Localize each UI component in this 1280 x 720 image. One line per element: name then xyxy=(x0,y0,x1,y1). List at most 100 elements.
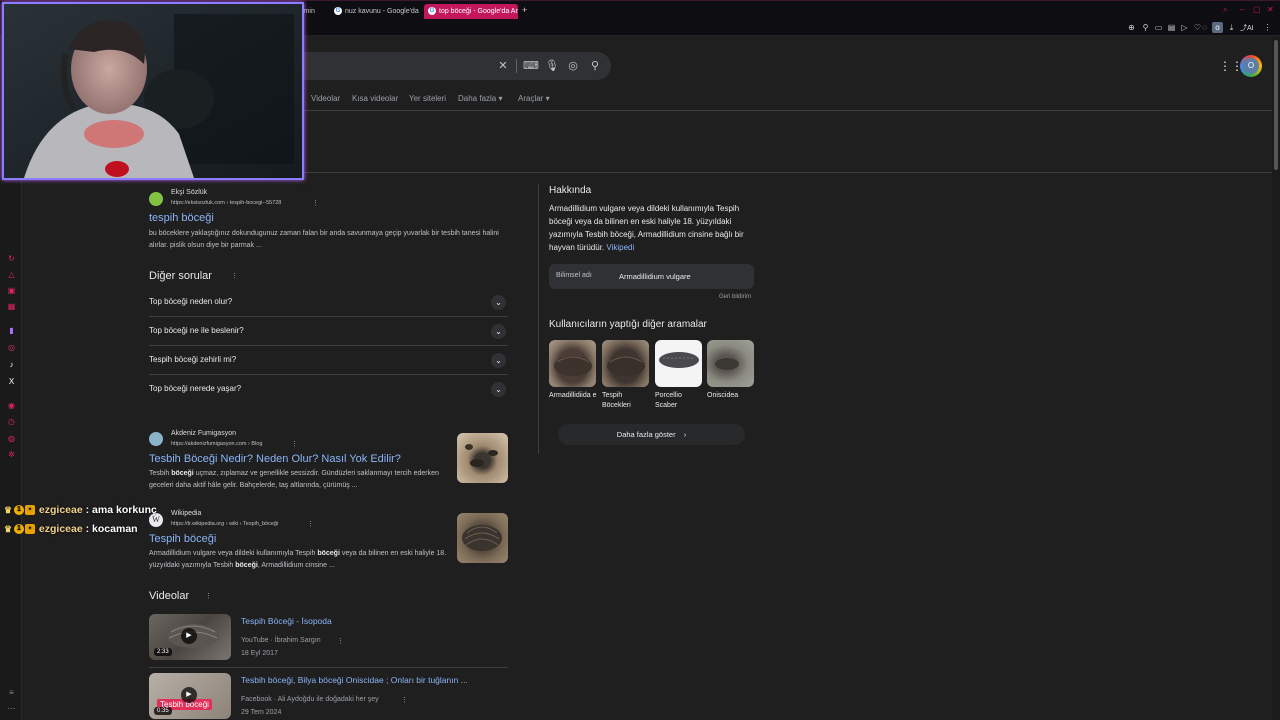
result-url[interactable]: https://tr.wikipedia.org › wiki › Tespih… xyxy=(171,521,278,527)
video-title[interactable]: Tesbih böceği, Bilya böceği Oniscidae ; … xyxy=(241,675,468,685)
refresh-icon[interactable]: ↻ xyxy=(7,254,16,263)
tab-nuz-kavunu[interactable]: G nuz kavunu - Google'da xyxy=(330,4,422,19)
grid-icon[interactable]: ▦ xyxy=(7,302,16,311)
scrollbar-thumb[interactable] xyxy=(1274,40,1278,170)
bookmark-icon[interactable]: ▭ xyxy=(1153,22,1164,33)
x-icon[interactable]: X xyxy=(7,377,16,386)
calendar-icon[interactable]: ▣ xyxy=(7,286,16,295)
gift-badge-icon: ▪ xyxy=(25,505,35,516)
clear-icon[interactable]: ✕ xyxy=(497,60,509,72)
more-icon[interactable]: ⋮ xyxy=(291,440,298,448)
result-url[interactable]: https://akdenizfumigasyon.com › Blog xyxy=(171,441,262,447)
maximize-icon[interactable]: ▢ xyxy=(1253,5,1261,14)
tab-daha-fazla[interactable]: Daha fazla ▾ xyxy=(458,94,503,103)
extension-icon[interactable]: o xyxy=(1212,22,1223,33)
divider xyxy=(149,667,508,668)
related-caption[interactable]: Armadillidiida e xyxy=(549,391,597,401)
result-title[interactable]: Tespih böceği xyxy=(149,533,216,545)
more-icon[interactable]: ⋮ xyxy=(312,199,319,207)
minimize-icon[interactable]: – xyxy=(1240,5,1244,14)
tiktok-icon[interactable]: ♪ xyxy=(7,360,16,369)
lens-icon[interactable]: ◎ xyxy=(567,60,579,72)
related-caption[interactable]: Porcellio Scaber xyxy=(655,391,703,411)
paa-question[interactable]: Top böceği neden olur? ⌄ xyxy=(149,288,508,317)
instagram-icon[interactable]: ◎ xyxy=(7,343,16,352)
more-icon[interactable]: ⋮ xyxy=(337,637,344,645)
twitch-icon[interactable]: ▮ xyxy=(7,326,16,335)
video-duration: 2:33 xyxy=(154,648,172,656)
video-date: 29 Tem 2024 xyxy=(241,709,282,716)
result-thumbnail[interactable] xyxy=(457,433,508,483)
related-image[interactable] xyxy=(549,340,596,387)
video-thumbnail[interactable]: Tesbih böceği ▶ 0:35 xyxy=(149,673,231,719)
more-icon[interactable]: ⋮ xyxy=(205,592,212,600)
related-image[interactable] xyxy=(655,340,702,387)
related-image[interactable] xyxy=(602,340,649,387)
result-thumbnail[interactable] xyxy=(457,513,508,563)
snippet-bold: böceği xyxy=(171,470,194,477)
caret-icon: ▾ xyxy=(545,94,550,103)
related-image[interactable] xyxy=(707,340,754,387)
paa-question[interactable]: Top böceği nerede yaşar? ⌄ xyxy=(149,375,508,404)
message-icon[interactable]: ◌ xyxy=(1199,22,1210,33)
download-icon[interactable]: ⤓ xyxy=(1226,22,1237,33)
microphone-icon[interactable]: 🎙 xyxy=(545,60,559,72)
result-snippet: Armadillidium vulgare veya dildeki kulla… xyxy=(149,548,449,572)
close-window-icon[interactable]: ✕ xyxy=(1267,5,1274,14)
play-icon: ▶ xyxy=(181,628,197,644)
snippet-bold: böceği xyxy=(235,562,258,569)
settings-icon[interactable]: ✲ xyxy=(7,450,16,459)
related-caption[interactable]: Tespih Böcekleri xyxy=(602,391,650,411)
related-caption[interactable]: Oniscidea xyxy=(707,391,755,401)
chat-separator: : xyxy=(85,504,90,516)
video-platform: Facebook xyxy=(241,696,272,703)
more-icon[interactable]: ⋮ xyxy=(307,520,314,528)
kp-source-link[interactable]: Vikipedi xyxy=(606,243,634,252)
pillbug-image xyxy=(607,356,645,376)
paa-question[interactable]: Top böceği ne ile beslenir? ⌄ xyxy=(149,317,508,346)
result-url[interactable]: https://eksisozluk.com › tespih-bocegi--… xyxy=(171,200,281,206)
result-source: Ekşi Sözlük xyxy=(171,189,208,196)
keyboard-icon[interactable]: ⌨ xyxy=(523,60,539,72)
paa-question[interactable]: Tespih böceği zehirli mi? ⌄ xyxy=(149,346,508,375)
bottom-icon-1[interactable]: ≡ xyxy=(7,688,16,697)
video-title[interactable]: Tespih Böceği - İsopoda xyxy=(241,616,332,626)
play-icon[interactable]: ▷ xyxy=(1179,22,1190,33)
alert-icon[interactable]: △ xyxy=(7,270,16,279)
kp-sci-value: Armadillidium vulgare xyxy=(619,272,691,281)
tab-videolar[interactable]: Videolar xyxy=(311,94,340,103)
more-icon[interactable]: ⋮ xyxy=(401,696,408,704)
target-icon[interactable]: ◉ xyxy=(7,401,16,410)
video-platform: YouTube xyxy=(241,637,269,644)
tab-kisa-videolar[interactable]: Kısa videolar xyxy=(352,94,398,103)
result-snippet: Tesbih böceği uçmaz, zıplamaz ve genelli… xyxy=(149,468,449,492)
chevron-down-icon: ⌄ xyxy=(491,324,506,339)
show-more-button[interactable]: Daha fazla göster › xyxy=(558,424,745,445)
menu-icon[interactable]: ⋮ xyxy=(1262,22,1273,33)
search-box[interactable]: ✕ ⌨ 🎙 ◎ ⚲ xyxy=(290,52,611,80)
feedback-link[interactable]: Geri bildirim xyxy=(719,294,751,300)
tab-top-bocegi[interactable]: G top böceği - Google'da Ar xyxy=(424,4,518,19)
tab-label: Daha fazla xyxy=(458,94,497,103)
ai-button[interactable]: ⤴AI xyxy=(1240,23,1254,33)
new-tab-button[interactable]: + xyxy=(522,5,527,15)
search-icon[interactable]: ⚲ xyxy=(589,60,601,72)
more-icon[interactable]: ⋮ xyxy=(231,272,238,280)
question-text: Top böceği neden olur? xyxy=(149,297,233,306)
tab-araclar[interactable]: Araçlar ▾ xyxy=(518,94,550,103)
porcellio-image xyxy=(659,352,699,368)
chat-text: ama korkunç xyxy=(92,504,157,516)
tab-label: top böceği - Google'da Ar xyxy=(439,8,518,15)
zoom-icon[interactable]: ⊕ xyxy=(1126,22,1137,33)
avatar[interactable]: O xyxy=(1240,55,1262,77)
page-icon[interactable]: ▤ xyxy=(1166,22,1177,33)
search-tabs-icon[interactable]: ⌕ xyxy=(1223,5,1227,15)
video-thumbnail[interactable]: ▶ 2:33 xyxy=(149,614,231,660)
result-title[interactable]: Tesbih Böceği Nedir? Neden Olur? Nasıl Y… xyxy=(149,453,401,465)
discord-icon[interactable]: ◍ xyxy=(7,434,16,443)
bottom-icon-2[interactable]: ⋯ xyxy=(7,704,16,713)
tab-yer-siteleri[interactable]: Yer siteleri xyxy=(409,94,446,103)
clock-icon[interactable]: ◷ xyxy=(7,417,16,426)
pin-icon[interactable]: ⚲ xyxy=(1140,22,1151,33)
result-title[interactable]: tespih böceği xyxy=(149,212,214,224)
